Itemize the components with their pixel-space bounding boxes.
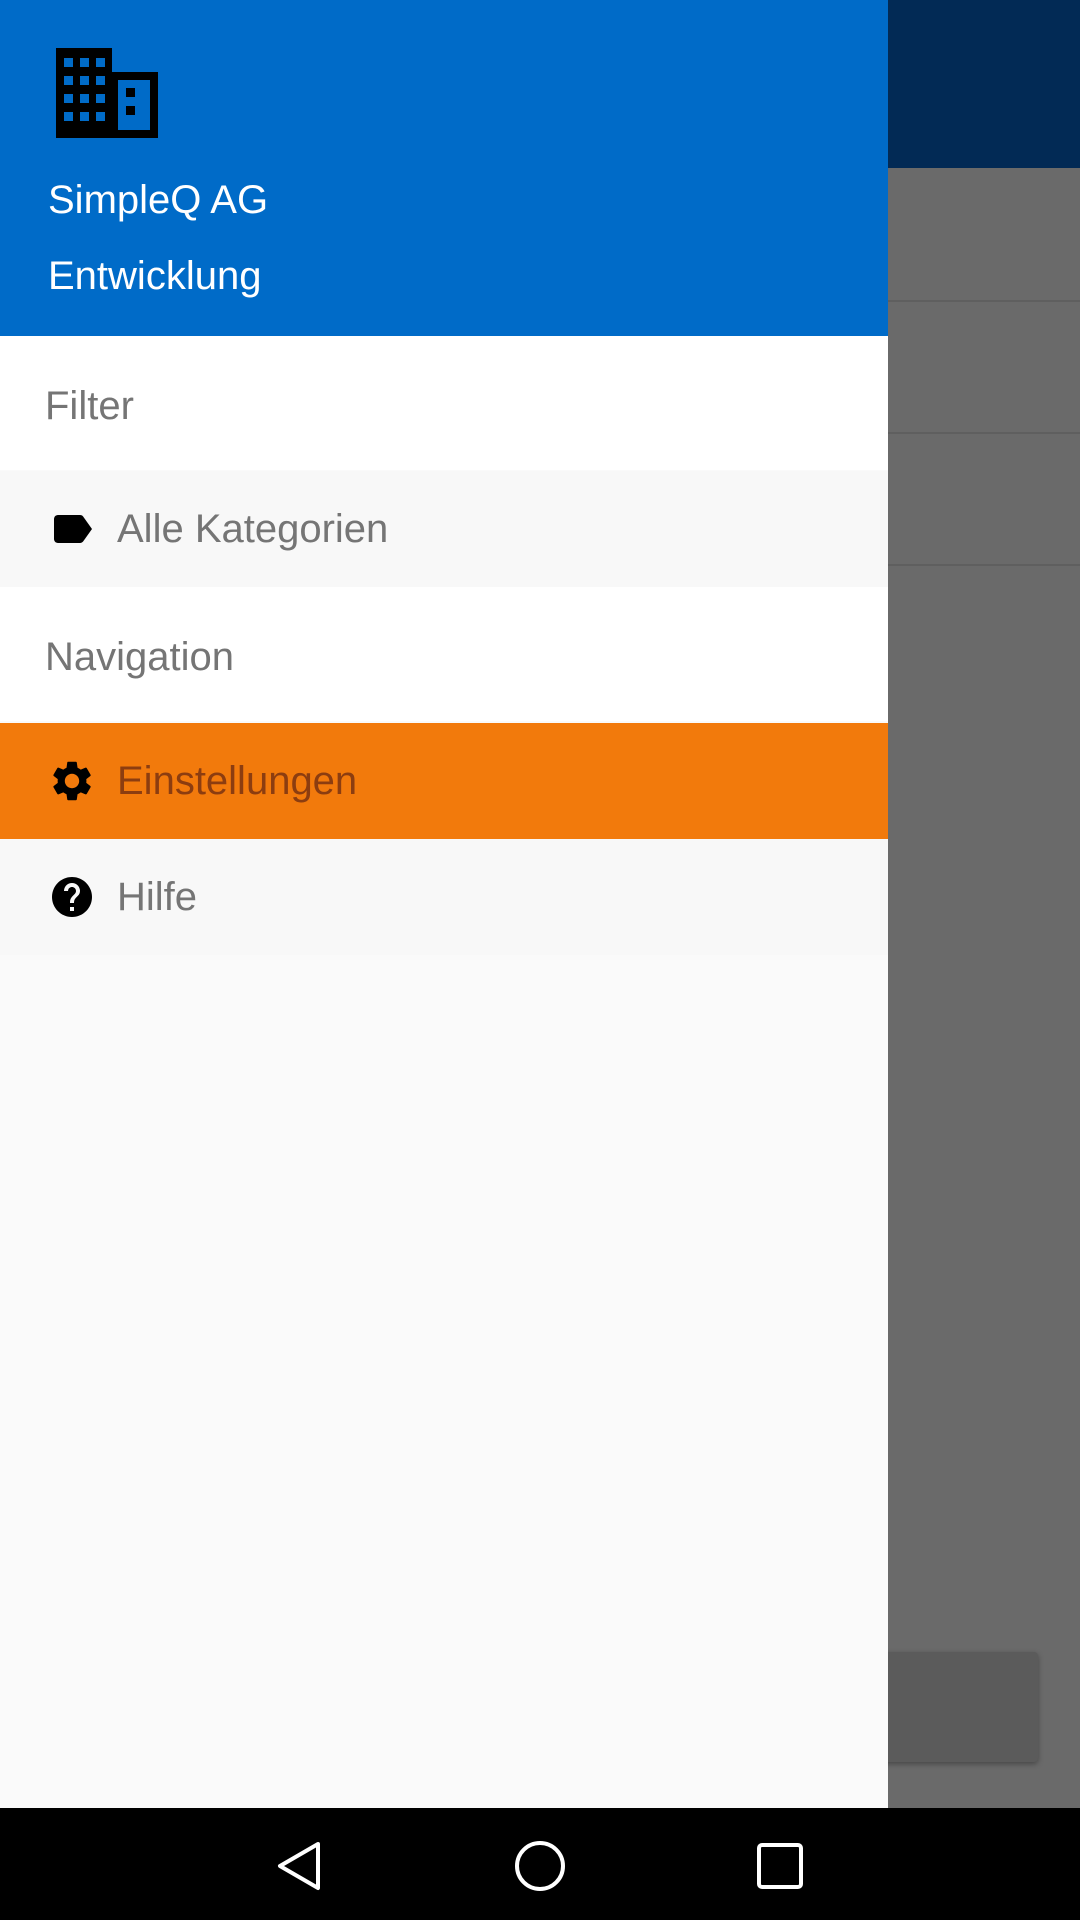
department-name: Entwicklung <box>48 254 262 298</box>
back-icon[interactable] <box>270 1836 330 1896</box>
section-header-filter: Filter <box>0 336 888 470</box>
help-circle-icon <box>52 877 92 917</box>
system-navigation-bar <box>0 1808 1080 1920</box>
list-divider <box>888 300 1080 302</box>
navigation-drawer: SimpleQ AG Entwicklung Filter Alle Kateg… <box>0 0 888 1808</box>
drawer-item-label: Alle Kategorien <box>117 507 389 551</box>
app-bottom-button <box>870 1652 1038 1762</box>
section-title: Filter <box>45 384 134 428</box>
drawer-item-hilfe[interactable]: Hilfe <box>0 839 888 955</box>
recents-icon[interactable] <box>750 1836 810 1896</box>
section-header-navigation: Navigation <box>0 587 888 721</box>
drawer-header: SimpleQ AG Entwicklung <box>0 0 888 336</box>
list-divider <box>888 564 1080 566</box>
gear-icon <box>53 761 91 801</box>
label-tag-icon <box>54 515 92 543</box>
drawer-item-label: Einstellungen <box>117 759 358 803</box>
drawer-item-einstellungen[interactable]: Einstellungen <box>0 723 888 839</box>
home-icon[interactable] <box>510 1836 570 1896</box>
drawer-item-alle-kategorien[interactable]: Alle Kategorien <box>0 471 888 587</box>
section-title: Navigation <box>45 635 235 679</box>
building-icon <box>56 48 158 138</box>
company-name: SimpleQ AG <box>48 178 269 222</box>
drawer-item-label: Hilfe <box>117 875 198 919</box>
list-divider <box>888 432 1080 434</box>
